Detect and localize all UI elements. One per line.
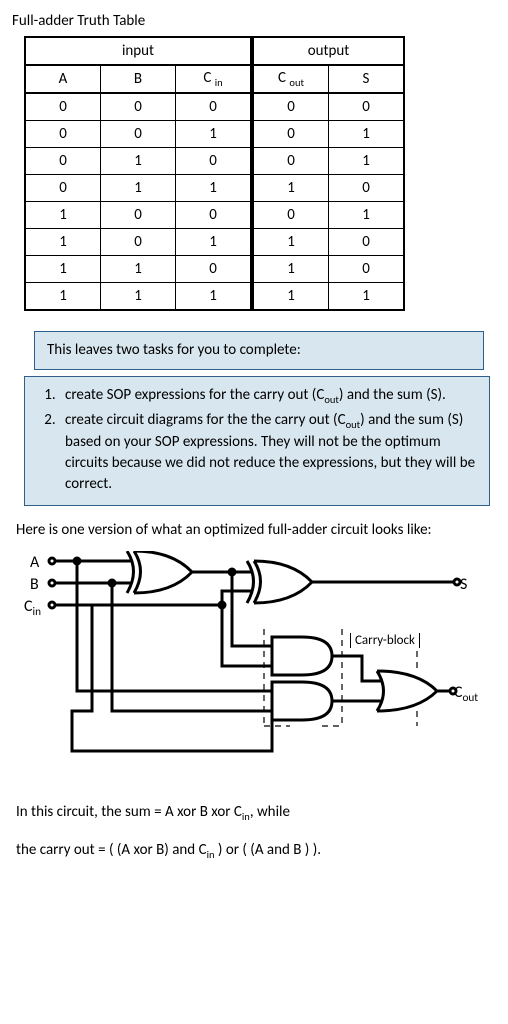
cell: 0 (329, 93, 405, 121)
cell: 1 (25, 283, 101, 311)
cell: 1 (101, 148, 176, 175)
cell: 0 (25, 175, 101, 202)
col-Cin: C in (176, 65, 253, 93)
cell: 1 (252, 256, 329, 283)
cell: 0 (25, 148, 101, 175)
cell: 1 (176, 175, 253, 202)
cell: 1 (25, 229, 101, 256)
table-row: 11111 (25, 283, 404, 311)
truth-table: input output A B C in C out S 0000000101… (24, 36, 405, 311)
equation-sum: In this circuit, the sum = A xor B xor C… (16, 801, 492, 825)
cell: 1 (176, 283, 253, 311)
cell: 0 (101, 93, 176, 121)
table-row: 11010 (25, 256, 404, 283)
table-row: 10110 (25, 229, 404, 256)
cell: 0 (176, 202, 253, 229)
cell: 1 (329, 121, 405, 148)
tasks-callout: create SOP expressions for the carry out… (24, 376, 490, 506)
col-A: A (25, 65, 101, 93)
table-row: 00000 (25, 93, 404, 121)
page-title: Full-adder Truth Table (12, 12, 496, 30)
equation-carry: the carry out = ( (A xor B) and Cin ) or… (16, 839, 492, 863)
circuit-diagram: A B Cin S Carry-block Cout (22, 551, 496, 771)
cell: 0 (176, 256, 253, 283)
cell: 0 (25, 121, 101, 148)
intro-optimized: Here is one version of what an optimized… (16, 520, 492, 541)
cell: 0 (101, 229, 176, 256)
cell: 0 (25, 93, 101, 121)
cell: 0 (101, 202, 176, 229)
cell: 0 (252, 148, 329, 175)
cell: 0 (176, 93, 253, 121)
cell: 0 (252, 93, 329, 121)
group-input: input (25, 37, 252, 65)
cell: 0 (252, 121, 329, 148)
table-row: 01001 (25, 148, 404, 175)
cell: 1 (329, 148, 405, 175)
table-row: 00101 (25, 121, 404, 148)
cell: 0 (101, 121, 176, 148)
cell: 0 (252, 202, 329, 229)
cell: 1 (329, 283, 405, 311)
col-S: S (329, 65, 405, 93)
table-row: 10001 (25, 202, 404, 229)
gates-svg (22, 551, 492, 771)
cell: 1 (101, 256, 176, 283)
table-row: 01110 (25, 175, 404, 202)
cell: 1 (252, 175, 329, 202)
cell: 0 (329, 229, 405, 256)
cell: 1 (252, 283, 329, 311)
col-B: B (101, 65, 176, 93)
cell: 0 (329, 175, 405, 202)
cell: 1 (329, 202, 405, 229)
callout-intro: This leaves two tasks for you to complet… (34, 331, 484, 370)
task-2: create circuit diagrams for the the carr… (59, 410, 477, 496)
cell: 1 (25, 256, 101, 283)
cell: 0 (329, 256, 405, 283)
cell: 1 (101, 175, 176, 202)
task-1: create SOP expressions for the carry out… (59, 385, 477, 408)
group-output: output (252, 37, 404, 65)
cell: 1 (25, 202, 101, 229)
cell: 0 (176, 148, 253, 175)
cell: 1 (252, 229, 329, 256)
cell: 1 (176, 229, 253, 256)
cell: 1 (176, 121, 253, 148)
cell: 1 (101, 283, 176, 311)
col-Cout: C out (252, 65, 329, 93)
